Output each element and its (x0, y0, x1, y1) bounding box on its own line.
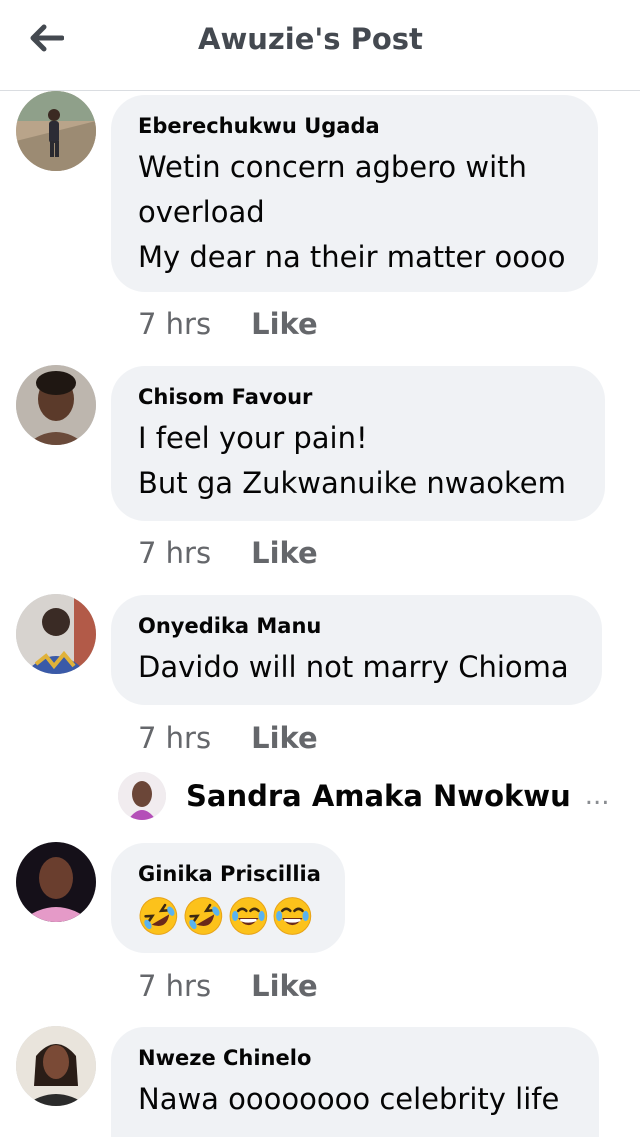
comment-meta: 7 hrs Like (138, 536, 318, 570)
comment-bubble[interactable]: Onyedika Manu Davido will not marry Chio… (111, 595, 602, 705)
comment-text-line: But ga Zukwanuike nwaokem (138, 466, 566, 500)
comment-author[interactable]: Nweze Chinelo (138, 1045, 571, 1071)
comment-text-line: Davido will not marry Chioma (138, 650, 569, 684)
avatar[interactable] (118, 772, 166, 820)
comment-author[interactable]: Onyedika Manu (138, 613, 574, 639)
comment-time[interactable]: 7 hrs (138, 721, 211, 755)
comment-meta: 7 hrs Like (138, 969, 318, 1003)
like-button[interactable]: Like (251, 721, 318, 755)
comment-text-line: Nawa oooooooo celebrity life (138, 1082, 560, 1116)
comment-author[interactable]: Chisom Favour (138, 384, 577, 410)
comment-bubble[interactable]: Ginika Priscillia (111, 843, 345, 953)
app-header: Awuzie's Post (0, 0, 640, 91)
tears-of-joy-emoji-icon (273, 896, 312, 935)
back-button[interactable] (22, 16, 70, 60)
emoji-row (138, 893, 317, 938)
comment-meta: 7 hrs Like (138, 307, 318, 341)
avatar[interactable] (16, 91, 96, 171)
rolling-laughing-emoji-icon (139, 896, 178, 935)
reply-preview[interactable]: Sandra Amaka Nwokwu ... (118, 770, 610, 822)
comment-bubble[interactable]: Chisom Favour I feel your pain! But ga Z… (111, 366, 605, 521)
comment-bubble[interactable]: Nweze Chinelo Nawa oooooooo celebrity li… (111, 1027, 599, 1137)
comment-bubble[interactable]: Eberechukwu Ugada Wetin concern agbero w… (111, 95, 598, 292)
avatar[interactable] (16, 1026, 96, 1106)
like-button[interactable]: Like (251, 969, 318, 1003)
comment-text-line: Wetin concern agbero with (138, 150, 527, 184)
arrow-left-icon (30, 24, 64, 52)
avatar[interactable] (16, 594, 96, 674)
comment-time[interactable]: 7 hrs (138, 307, 211, 341)
comment-time[interactable]: 7 hrs (138, 536, 211, 570)
comment-text-line: My dear na their matter oooo (138, 240, 566, 274)
page-title: Awuzie's Post (198, 22, 423, 56)
tears-of-joy-emoji-icon (229, 896, 267, 935)
comment-author[interactable]: Eberechukwu Ugada (138, 113, 570, 139)
comment-text-line: I feel your pain! (138, 421, 368, 455)
like-button[interactable]: Like (251, 307, 318, 341)
comment-time[interactable]: 7 hrs (138, 969, 211, 1003)
reply-author[interactable]: Sandra Amaka Nwokwu (186, 779, 571, 813)
comment-meta: 7 hrs Like (138, 721, 318, 755)
avatar[interactable] (16, 365, 96, 445)
comment-text-line: overload (138, 195, 265, 229)
comment-author[interactable]: Ginika Priscillia (138, 861, 321, 887)
more-replies-indicator: ... (584, 781, 610, 811)
rolling-laughing-emoji-icon (184, 896, 222, 935)
like-button[interactable]: Like (251, 536, 318, 570)
avatar[interactable] (16, 842, 96, 922)
